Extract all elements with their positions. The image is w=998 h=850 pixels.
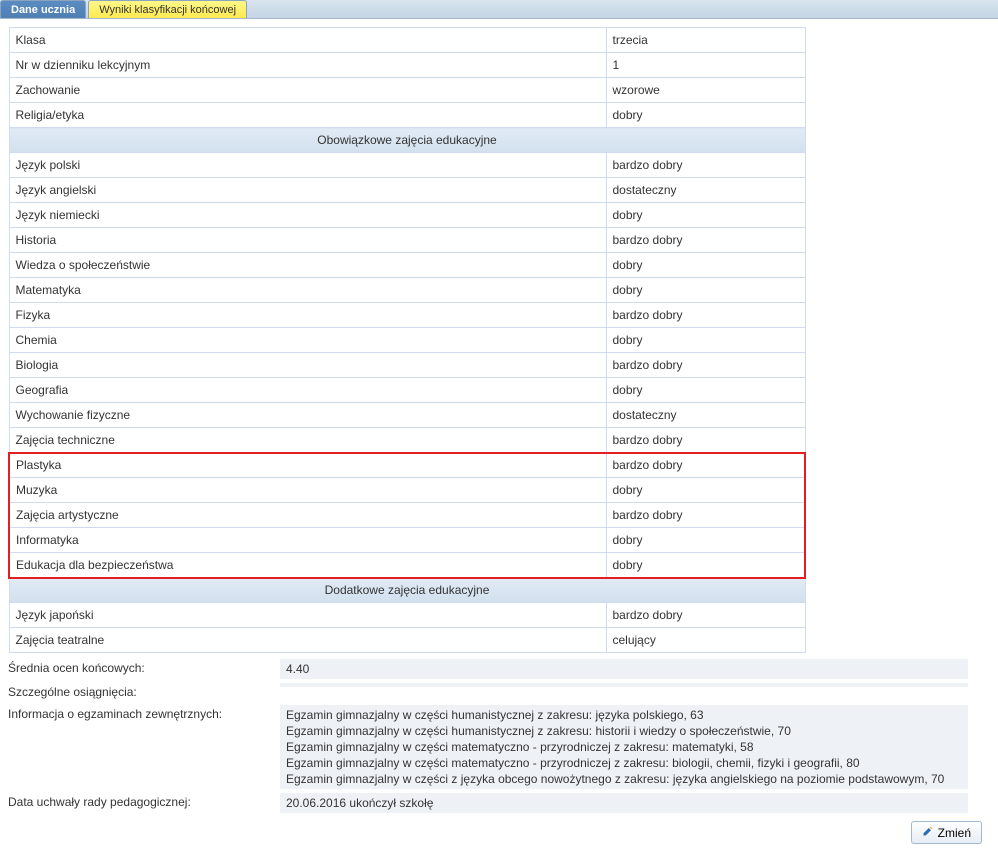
- row-value: bardzo dobry: [606, 603, 805, 628]
- row-label: Zajęcia techniczne: [9, 428, 606, 453]
- tab-dane-ucznia[interactable]: Dane ucznia: [0, 0, 86, 18]
- row-value: bardzo dobry: [606, 453, 805, 478]
- row-value: dobry: [606, 328, 805, 353]
- summary-achievements-value: [280, 683, 968, 687]
- table-row: Zajęcia technicznebardzo dobry: [9, 428, 805, 453]
- tabs-container: Dane ucznia Wyniki klasyfikacji końcowej: [0, 0, 998, 19]
- table-row: Plastykabardzo dobry: [9, 453, 805, 478]
- row-value: dobry: [606, 378, 805, 403]
- summary-exams-label: Informacja o egzaminach zewnętrznych:: [8, 705, 280, 723]
- table-row: Wiedza o społeczeństwiedobry: [9, 253, 805, 278]
- row-value: celujący: [606, 628, 805, 653]
- row-label: Wychowanie fizyczne: [9, 403, 606, 428]
- table-row: Matematykadobry: [9, 278, 805, 303]
- row-value: bardzo dobry: [606, 353, 805, 378]
- table-row: Fizykabardzo dobry: [9, 303, 805, 328]
- row-value: bardzo dobry: [606, 428, 805, 453]
- table-row: Religia/etykadobry: [9, 103, 805, 128]
- summary-council-label: Data uchwały rady pedagogicznej:: [8, 793, 280, 811]
- table-row: Muzykadobry: [9, 478, 805, 503]
- row-label: Klasa: [9, 28, 606, 53]
- row-label: Plastyka: [9, 453, 606, 478]
- row-label: Język japoński: [9, 603, 606, 628]
- summary-avg-label: Średnia ocen końcowych:: [8, 659, 280, 677]
- table-row: Wychowanie fizycznedostateczny: [9, 403, 805, 428]
- table-row: Biologiabardzo dobry: [9, 353, 805, 378]
- section-header-label: Obowiązkowe zajęcia edukacyjne: [9, 128, 805, 153]
- row-value: dobry: [606, 278, 805, 303]
- summary-block: Średnia ocen końcowych: 4.40 Szczególne …: [8, 659, 968, 813]
- row-label: Zajęcia teatralne: [9, 628, 606, 653]
- row-value: dobry: [606, 553, 805, 578]
- summary-exams: Informacja o egzaminach zewnętrznych: Eg…: [8, 705, 968, 789]
- row-label: Zachowanie: [9, 78, 606, 103]
- table-row: Chemiadobry: [9, 328, 805, 353]
- change-button-label: Zmień: [938, 826, 971, 840]
- change-button[interactable]: Zmień: [911, 821, 982, 844]
- row-value: wzorowe: [606, 78, 805, 103]
- table-row: Geografiadobry: [9, 378, 805, 403]
- row-label: Muzyka: [9, 478, 606, 503]
- summary-avg-value: 4.40: [280, 659, 968, 679]
- section-header-mandatory: Obowiązkowe zajęcia edukacyjne: [9, 128, 805, 153]
- row-value: dobry: [606, 253, 805, 278]
- content-area: KlasatrzeciaNr w dzienniku lekcyjnym1Zac…: [0, 19, 998, 850]
- row-label: Fizyka: [9, 303, 606, 328]
- grades-table: KlasatrzeciaNr w dzienniku lekcyjnym1Zac…: [8, 27, 806, 653]
- row-value: bardzo dobry: [606, 303, 805, 328]
- row-value: bardzo dobry: [606, 228, 805, 253]
- row-label: Matematyka: [9, 278, 606, 303]
- table-row: Historiabardzo dobry: [9, 228, 805, 253]
- pencil-icon: [922, 825, 934, 840]
- summary-council-value: 20.06.2016 ukończył szkołę: [280, 793, 968, 813]
- row-label: Historia: [9, 228, 606, 253]
- row-value: dobry: [606, 478, 805, 503]
- summary-council-date: Data uchwały rady pedagogicznej: 20.06.2…: [8, 793, 968, 813]
- summary-achievements-label: Szczególne osiągnięcia:: [8, 683, 280, 701]
- row-label: Biologia: [9, 353, 606, 378]
- row-label: Wiedza o społeczeństwie: [9, 253, 606, 278]
- section-header-additional: Dodatkowe zajęcia edukacyjne: [9, 578, 805, 603]
- summary-achievements: Szczególne osiągnięcia:: [8, 683, 968, 701]
- table-row: Język polskibardzo dobry: [9, 153, 805, 178]
- table-row: Zachowaniewzorowe: [9, 78, 805, 103]
- row-value: 1: [606, 53, 805, 78]
- row-value: dostateczny: [606, 403, 805, 428]
- row-value: dostateczny: [606, 178, 805, 203]
- row-label: Język angielski: [9, 178, 606, 203]
- row-label: Chemia: [9, 328, 606, 353]
- row-value: dobry: [606, 528, 805, 553]
- row-label: Informatyka: [9, 528, 606, 553]
- row-value: trzecia: [606, 28, 805, 53]
- table-row: Język niemieckidobry: [9, 203, 805, 228]
- table-row: Klasatrzecia: [9, 28, 805, 53]
- row-label: Edukacja dla bezpieczeństwa: [9, 553, 606, 578]
- row-label: Zajęcia artystyczne: [9, 503, 606, 528]
- table-row: Język angielskidostateczny: [9, 178, 805, 203]
- row-value: dobry: [606, 203, 805, 228]
- button-bar: Zmień: [8, 821, 990, 844]
- section-header-label: Dodatkowe zajęcia edukacyjne: [9, 578, 805, 603]
- table-row: Zajęcia teatralnecelujący: [9, 628, 805, 653]
- table-row: Język japońskibardzo dobry: [9, 603, 805, 628]
- row-label: Nr w dzienniku lekcyjnym: [9, 53, 606, 78]
- row-label: Geografia: [9, 378, 606, 403]
- row-label: Język polski: [9, 153, 606, 178]
- summary-avg: Średnia ocen końcowych: 4.40: [8, 659, 968, 679]
- row-value: bardzo dobry: [606, 153, 805, 178]
- row-label: Język niemiecki: [9, 203, 606, 228]
- row-value: bardzo dobry: [606, 503, 805, 528]
- tab-wyniki-klasyfikacji[interactable]: Wyniki klasyfikacji końcowej: [88, 0, 247, 18]
- table-row: Nr w dzienniku lekcyjnym1: [9, 53, 805, 78]
- summary-exams-value: Egzamin gimnazjalny w części humanistycz…: [280, 705, 968, 789]
- row-label: Religia/etyka: [9, 103, 606, 128]
- table-row: Informatykadobry: [9, 528, 805, 553]
- table-row: Edukacja dla bezpieczeństwadobry: [9, 553, 805, 578]
- table-row: Zajęcia artystycznebardzo dobry: [9, 503, 805, 528]
- row-value: dobry: [606, 103, 805, 128]
